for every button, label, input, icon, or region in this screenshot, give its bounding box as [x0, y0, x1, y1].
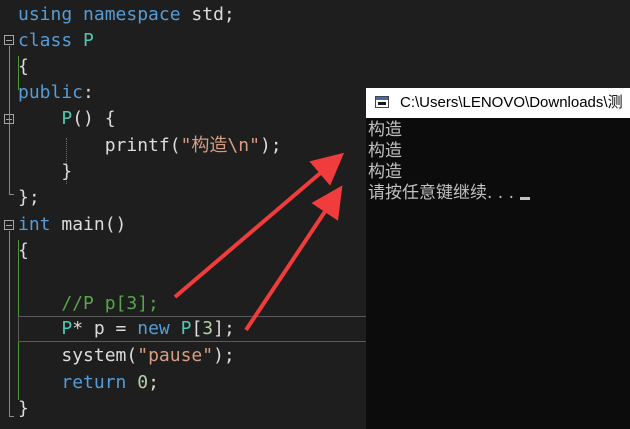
red-arrow: [244, 185, 343, 332]
annotation-arrows: [173, 152, 345, 332]
